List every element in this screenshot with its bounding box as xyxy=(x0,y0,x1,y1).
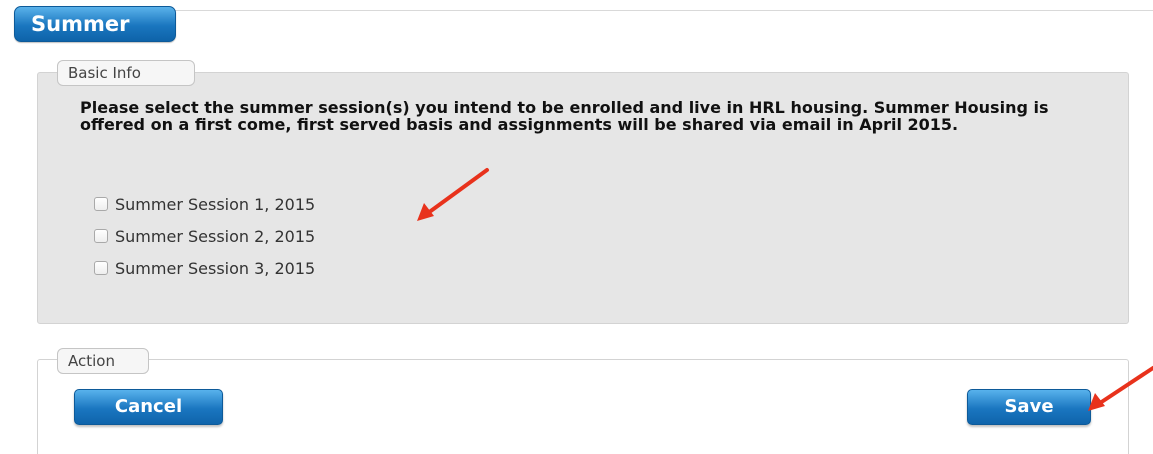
session-2-checkbox[interactable] xyxy=(94,229,108,243)
session-checkbox-list: Summer Session 1, 2015 Summer Session 2,… xyxy=(94,188,315,284)
summer-housing-page: Summer Basic Info Please select the summ… xyxy=(0,0,1153,454)
basic-info-legend: Basic Info xyxy=(57,60,195,86)
session-3-checkbox[interactable] xyxy=(94,261,108,275)
session-option-2[interactable]: Summer Session 2, 2015 xyxy=(94,220,315,252)
action-legend: Action xyxy=(57,348,149,374)
session-2-label[interactable]: Summer Session 2, 2015 xyxy=(115,227,315,246)
session-1-label[interactable]: Summer Session 1, 2015 xyxy=(115,195,315,214)
session-option-1[interactable]: Summer Session 1, 2015 xyxy=(94,188,315,220)
session-option-3[interactable]: Summer Session 3, 2015 xyxy=(94,252,315,284)
header-divider xyxy=(170,10,1153,11)
cancel-button[interactable]: Cancel xyxy=(74,389,223,425)
instructions-text: Please select the summer session(s) you … xyxy=(80,98,1049,134)
save-button[interactable]: Save xyxy=(967,389,1091,425)
session-1-checkbox[interactable] xyxy=(94,197,108,211)
section-title-tab: Summer xyxy=(14,6,176,42)
session-3-label[interactable]: Summer Session 3, 2015 xyxy=(115,259,315,278)
